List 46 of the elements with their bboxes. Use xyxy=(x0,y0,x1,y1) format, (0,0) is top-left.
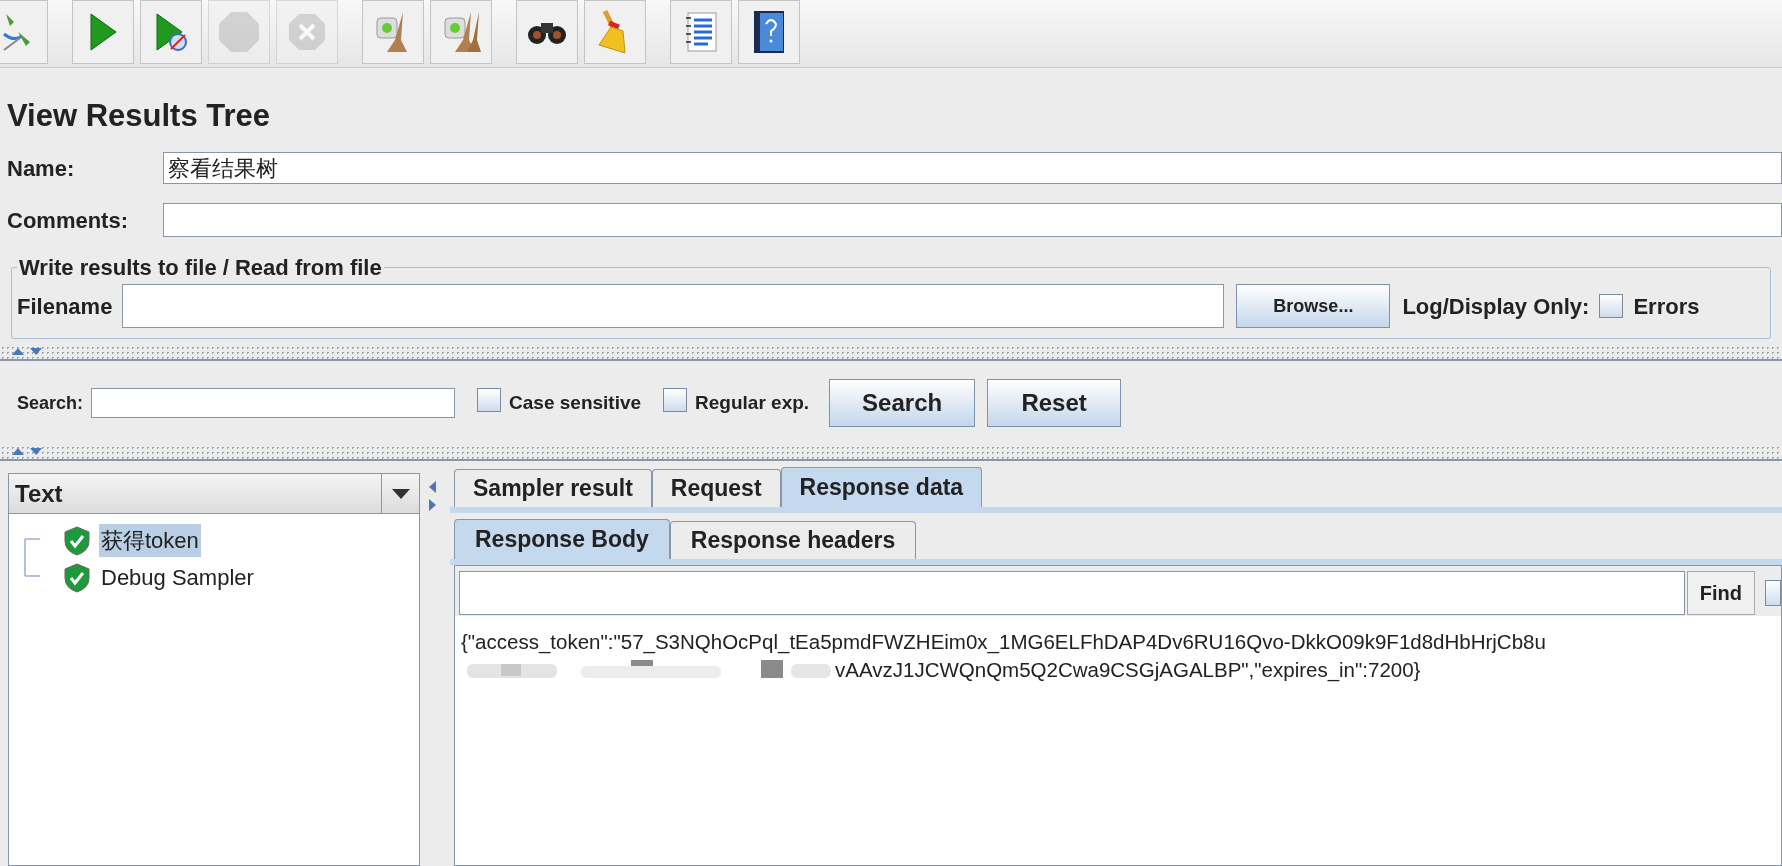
checkbox[interactable] xyxy=(663,387,688,412)
close-icon xyxy=(288,13,326,51)
tab[interactable]: Response Body xyxy=(454,519,670,559)
checkbox-label: Case sensitive xyxy=(509,390,642,415)
tab[interactable]: Response data xyxy=(780,467,983,507)
checkbox[interactable] xyxy=(1765,580,1781,606)
response-text: {"access_token":"57_S3NQhOcPql_tEa5pmdFWZHEim0x_1MG6ELFhDAP4Dv6RU16Qvo-DkkO09k9F1d8dHbHrjCb8u xyxy=(461,629,1547,656)
name-field[interactable]: 察看结果树 xyxy=(163,152,1782,184)
tab[interactable]: Response headers xyxy=(669,521,917,559)
checkbox-label: Regular exp. xyxy=(695,390,810,415)
collapse-arrows-icon[interactable] xyxy=(10,346,44,356)
toolbar-button[interactable] xyxy=(738,0,800,64)
collapse-arrows-icon[interactable] xyxy=(427,479,437,513)
find-button[interactable]: Find xyxy=(1686,571,1755,615)
field-label: Name: xyxy=(6,154,76,183)
list-icon xyxy=(684,12,718,52)
tab[interactable]: Sampler result xyxy=(454,469,652,507)
field-label: Comments: xyxy=(6,206,129,235)
response-text: vAAvzJ1JCWQnQm5Q2Cwa9CSGjAGALBP","expires_in":7200} xyxy=(835,657,1421,684)
find-field[interactable] xyxy=(459,571,1685,615)
panel-title: View Results Tree xyxy=(6,100,272,131)
tree-item[interactable]: Debug Sampler xyxy=(99,561,256,594)
checkbox-label: Errors xyxy=(1633,292,1700,321)
caret-icon xyxy=(391,488,410,499)
comments-field[interactable] xyxy=(163,203,1782,237)
search-field[interactable] xyxy=(91,388,456,418)
play-icon xyxy=(154,12,188,52)
stop-sign-icon xyxy=(218,11,260,53)
checkbox[interactable] xyxy=(1599,294,1624,318)
tree-item[interactable]: 获得token xyxy=(99,524,201,557)
field-label: Search: xyxy=(17,391,84,415)
tab[interactable]: Request xyxy=(651,469,781,507)
tree-lines xyxy=(24,538,41,578)
toolbar-button[interactable] xyxy=(516,0,578,64)
search-button[interactable]: Search xyxy=(829,379,976,427)
collapse-arrows-icon[interactable] xyxy=(10,446,44,456)
group-legend: Write results to file / Read from file xyxy=(17,251,384,284)
field-label: Log/Display Only: xyxy=(1402,292,1590,321)
reset-button[interactable]: Reset xyxy=(987,379,1122,427)
play-icon xyxy=(88,12,118,52)
help-book-icon xyxy=(753,10,785,54)
checkbox[interactable] xyxy=(477,387,502,412)
renderer-dropdown[interactable]: Text xyxy=(9,474,419,514)
field-label: Filename xyxy=(17,292,113,321)
filename-field[interactable] xyxy=(122,284,1225,328)
browse-button[interactable]: Browse... xyxy=(1236,284,1391,328)
